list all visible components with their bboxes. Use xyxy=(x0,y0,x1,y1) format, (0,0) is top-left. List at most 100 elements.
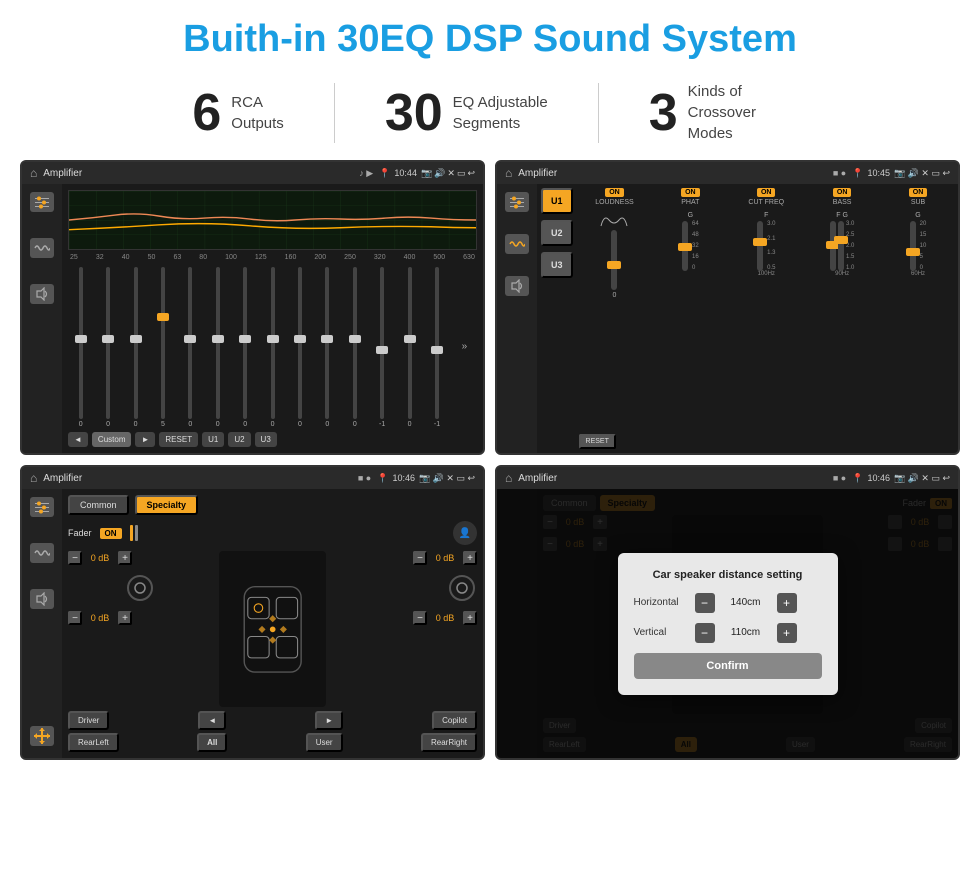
eq-slider-10[interactable]: 0 xyxy=(342,265,367,428)
db-control-rl: − 0 dB + xyxy=(68,611,211,625)
eq-prev-btn[interactable]: ◄ xyxy=(68,432,88,447)
eq-graph xyxy=(68,190,477,250)
screen3-title: Amplifier xyxy=(43,473,352,484)
dialog-horizontal-value: 140cm xyxy=(721,597,771,608)
db-minus-fr[interactable]: − xyxy=(413,551,427,565)
eq-u1-btn[interactable]: U1 xyxy=(202,432,224,447)
phat-slider-g[interactable] xyxy=(682,221,688,271)
eq-slider-8[interactable]: 0 xyxy=(287,265,312,428)
on-badge-cutfreq[interactable]: ON xyxy=(757,188,776,197)
db-plus-rl[interactable]: + xyxy=(118,611,132,625)
bass-slider-g[interactable] xyxy=(838,221,844,271)
dialog-main-area: Common Specialty Fader ON − 0 dB + xyxy=(497,489,958,758)
on-badge-bass[interactable]: ON xyxy=(833,188,852,197)
eq-bottom-bar: ◄ Custom ► RESET U1 U2 U3 xyxy=(68,432,477,447)
dialog-horizontal-minus[interactable]: − xyxy=(695,593,715,613)
dialog-horizontal-plus[interactable]: + xyxy=(777,593,797,613)
eq-reset-btn[interactable]: RESET xyxy=(159,432,198,447)
crossover-filter-icon[interactable] xyxy=(505,192,529,212)
eq-sliders: 0 0 0 5 0 0 0 0 0 0 0 -1 0 -1 » xyxy=(68,265,477,428)
on-badge-sub[interactable]: ON xyxy=(909,188,928,197)
fader-wave-icon[interactable] xyxy=(30,543,54,563)
crossover-speaker-icon[interactable] xyxy=(505,276,529,296)
dialog-vertical-label: Vertical xyxy=(634,627,689,638)
fader-arrows-icon[interactable] xyxy=(30,726,54,746)
eq-slider-2[interactable]: 0 xyxy=(123,265,148,428)
db-plus-fr[interactable]: + xyxy=(463,551,477,565)
crossover-main-area: U1 U2 U3 ON LOUDNESS xyxy=(497,184,958,453)
fader-filter-icon[interactable] xyxy=(30,497,54,517)
eq-main-area: 253240506380100125160200250320400500630 … xyxy=(22,184,483,453)
eq-slider-11[interactable]: -1 xyxy=(369,265,394,428)
crossover-wave-icon[interactable] xyxy=(505,234,529,254)
eq-slider-expand[interactable]: » xyxy=(452,265,477,428)
location-icon-1: 📍 xyxy=(379,168,390,179)
eq-slider-7[interactable]: 0 xyxy=(260,265,285,428)
db-plus-rr[interactable]: + xyxy=(463,611,477,625)
cutfreq-slider[interactable] xyxy=(757,221,763,271)
eq-slider-13[interactable]: -1 xyxy=(424,265,449,428)
sub-slider[interactable] xyxy=(910,221,916,271)
fader-btn-user[interactable]: User xyxy=(306,733,343,752)
eq-slider-5[interactable]: 0 xyxy=(205,265,230,428)
screen2-time: 10:45 xyxy=(867,168,890,178)
dialog-confirm-button[interactable]: Confirm xyxy=(634,653,822,679)
db-plus-fl[interactable]: + xyxy=(118,551,132,565)
fader-tab-specialty[interactable]: Specialty xyxy=(135,495,199,515)
ctrl-bass: ON BASS F G 3.02 xyxy=(806,188,878,430)
on-badge-phat[interactable]: ON xyxy=(681,188,700,197)
db-minus-rl[interactable]: − xyxy=(68,611,82,625)
person-icon: 👤 xyxy=(459,528,471,539)
on-badge-loudness[interactable]: ON xyxy=(605,188,624,197)
screen-dialog: ⌂ Amplifier ■ ● 📍 10:46 📷 🔊 ✕ ▭ ↩ Common… xyxy=(495,465,960,760)
eq-wave-icon[interactable] xyxy=(30,238,54,258)
crossover-reset-btn[interactable]: RESET xyxy=(579,434,616,449)
fader-btn-all[interactable]: All xyxy=(197,733,227,752)
db-control-fr: − 0 dB + xyxy=(413,551,477,565)
fader-tab-common[interactable]: Common xyxy=(68,495,129,515)
eq-slider-12[interactable]: 0 xyxy=(397,265,422,428)
ctrl-sub: ON SUB G 20151050 60Hz xyxy=(882,188,954,430)
bass-slider-f[interactable] xyxy=(830,221,836,271)
fader-btn-copilot[interactable]: Copilot xyxy=(432,711,477,730)
dialog-overlay: Car speaker distance setting Horizontal … xyxy=(497,489,958,758)
crossover-u1-btn[interactable]: U1 xyxy=(541,188,573,214)
eq-slider-4[interactable]: 0 xyxy=(178,265,203,428)
eq-u3-btn[interactable]: U3 xyxy=(255,432,277,447)
home-icon-1: ⌂ xyxy=(30,166,37,180)
fader-btn-driver[interactable]: Driver xyxy=(68,711,109,730)
ctrl-loudness: ON LOUDNESS 0 xyxy=(579,188,651,430)
fader-speaker-icon[interactable] xyxy=(30,589,54,609)
home-icon-2: ⌂ xyxy=(505,166,512,180)
fader-on-badge[interactable]: ON xyxy=(100,528,122,539)
crossover-u2-btn[interactable]: U2 xyxy=(541,220,573,246)
db-minus-rr[interactable]: − xyxy=(413,611,427,625)
db-minus-fl[interactable]: − xyxy=(68,551,82,565)
status-right-2: 📍 10:45 📷 🔊 ✕ ▭ ↩ xyxy=(852,168,950,179)
ctrl-label-phat: PHAT xyxy=(681,199,699,206)
fader-btn-nav-right[interactable]: ► xyxy=(315,711,343,730)
eq-filter-icon[interactable] xyxy=(30,192,54,212)
eq-u2-btn[interactable]: U2 xyxy=(228,432,250,447)
dialog-vertical-plus[interactable]: + xyxy=(777,623,797,643)
stat-label-crossover: Kinds of Crossover Modes xyxy=(688,81,788,144)
eq-play-btn[interactable]: ► xyxy=(135,432,155,447)
dialog-vertical-minus[interactable]: − xyxy=(695,623,715,643)
eq-slider-1[interactable]: 0 xyxy=(95,265,120,428)
eq-slider-3[interactable]: 5 xyxy=(150,265,175,428)
eq-slider-0[interactable]: 0 xyxy=(68,265,93,428)
crossover-u3-btn[interactable]: U3 xyxy=(541,252,573,278)
fader-btn-rearleft[interactable]: RearLeft xyxy=(68,733,119,752)
fader-btn-rearright[interactable]: RearRight xyxy=(421,733,477,752)
home-icon-3: ⌂ xyxy=(30,471,37,485)
eq-custom-btn[interactable]: Custom xyxy=(92,432,132,447)
fader-label: Fader xyxy=(68,528,92,538)
eq-slider-6[interactable]: 0 xyxy=(232,265,257,428)
eq-speaker-icon[interactable] xyxy=(30,284,54,304)
eq-slider-9[interactable]: 0 xyxy=(315,265,340,428)
fader-btn-nav-left[interactable]: ◄ xyxy=(198,711,226,730)
crossover-u-buttons: U1 U2 U3 xyxy=(541,188,573,449)
dialog-vertical-value: 110cm xyxy=(721,627,771,638)
loudness-slider[interactable] xyxy=(579,230,651,290)
ctrl-label-sub: SUB xyxy=(911,199,925,206)
